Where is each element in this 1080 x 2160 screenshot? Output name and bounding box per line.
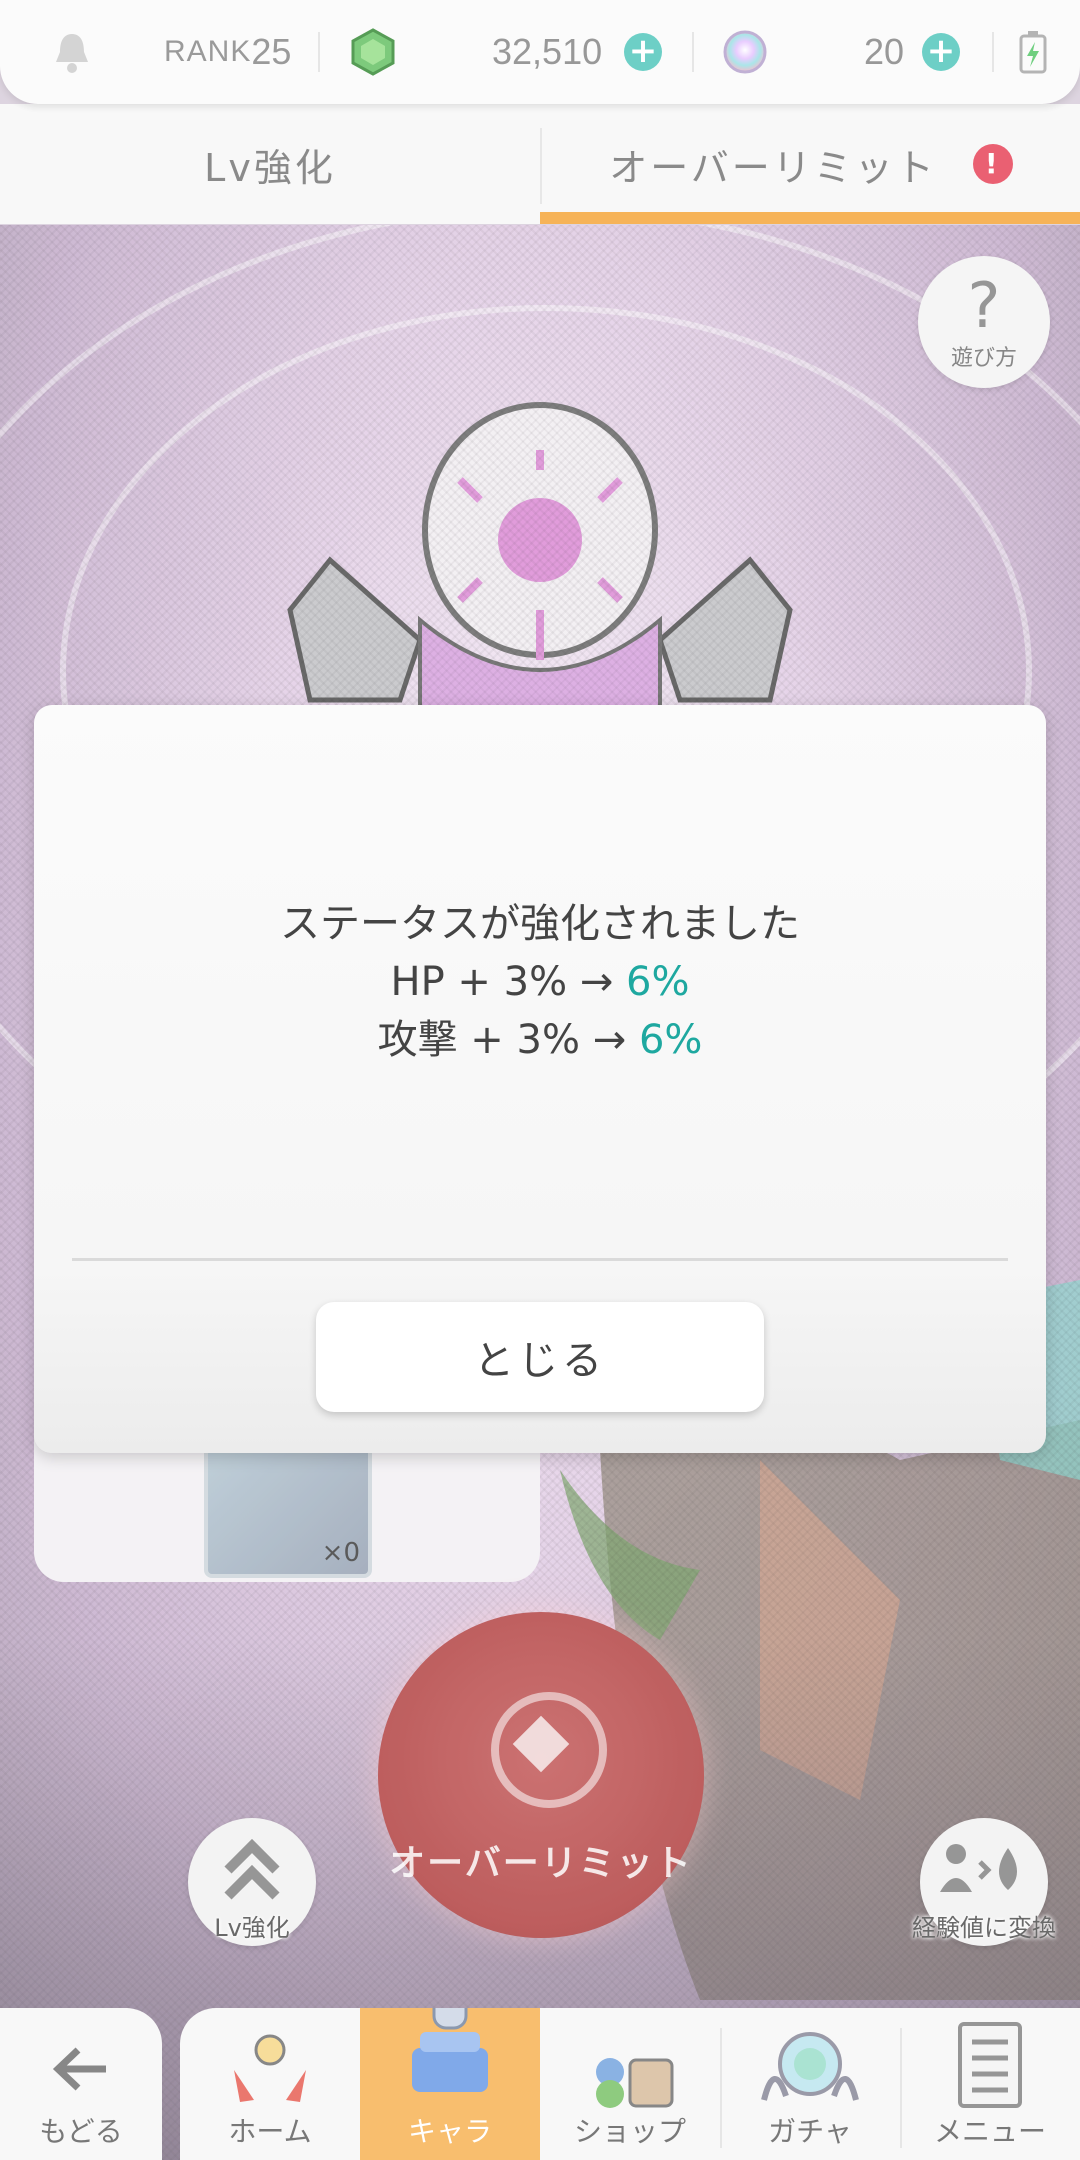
arrow-icon: → bbox=[592, 1017, 627, 1063]
stat-result: 6% bbox=[638, 1017, 703, 1063]
dialog-divider bbox=[72, 1258, 1008, 1261]
attack-line: 攻撃 + 3% → 6% bbox=[34, 1011, 1046, 1069]
result-dialog: ステータスが強化されました HP + 3% → 6% 攻撃 + 3% → 6% … bbox=[34, 705, 1046, 1453]
dialog-message: ステータスが強化されました HP + 3% → 6% 攻撃 + 3% → 6% bbox=[34, 895, 1046, 1069]
stat-name: 攻撃 bbox=[377, 1017, 458, 1063]
stat-result: 6% bbox=[626, 959, 690, 1005]
arrow-icon: → bbox=[579, 959, 614, 1005]
close-button[interactable]: とじる bbox=[316, 1302, 764, 1412]
stat-delta: + 3% bbox=[470, 1017, 580, 1063]
hp-line: HP + 3% → 6% bbox=[34, 953, 1046, 1011]
stat-delta: + 3% bbox=[457, 959, 568, 1005]
dialog-title: ステータスが強化されました bbox=[280, 901, 800, 947]
stat-name: HP bbox=[390, 959, 445, 1005]
